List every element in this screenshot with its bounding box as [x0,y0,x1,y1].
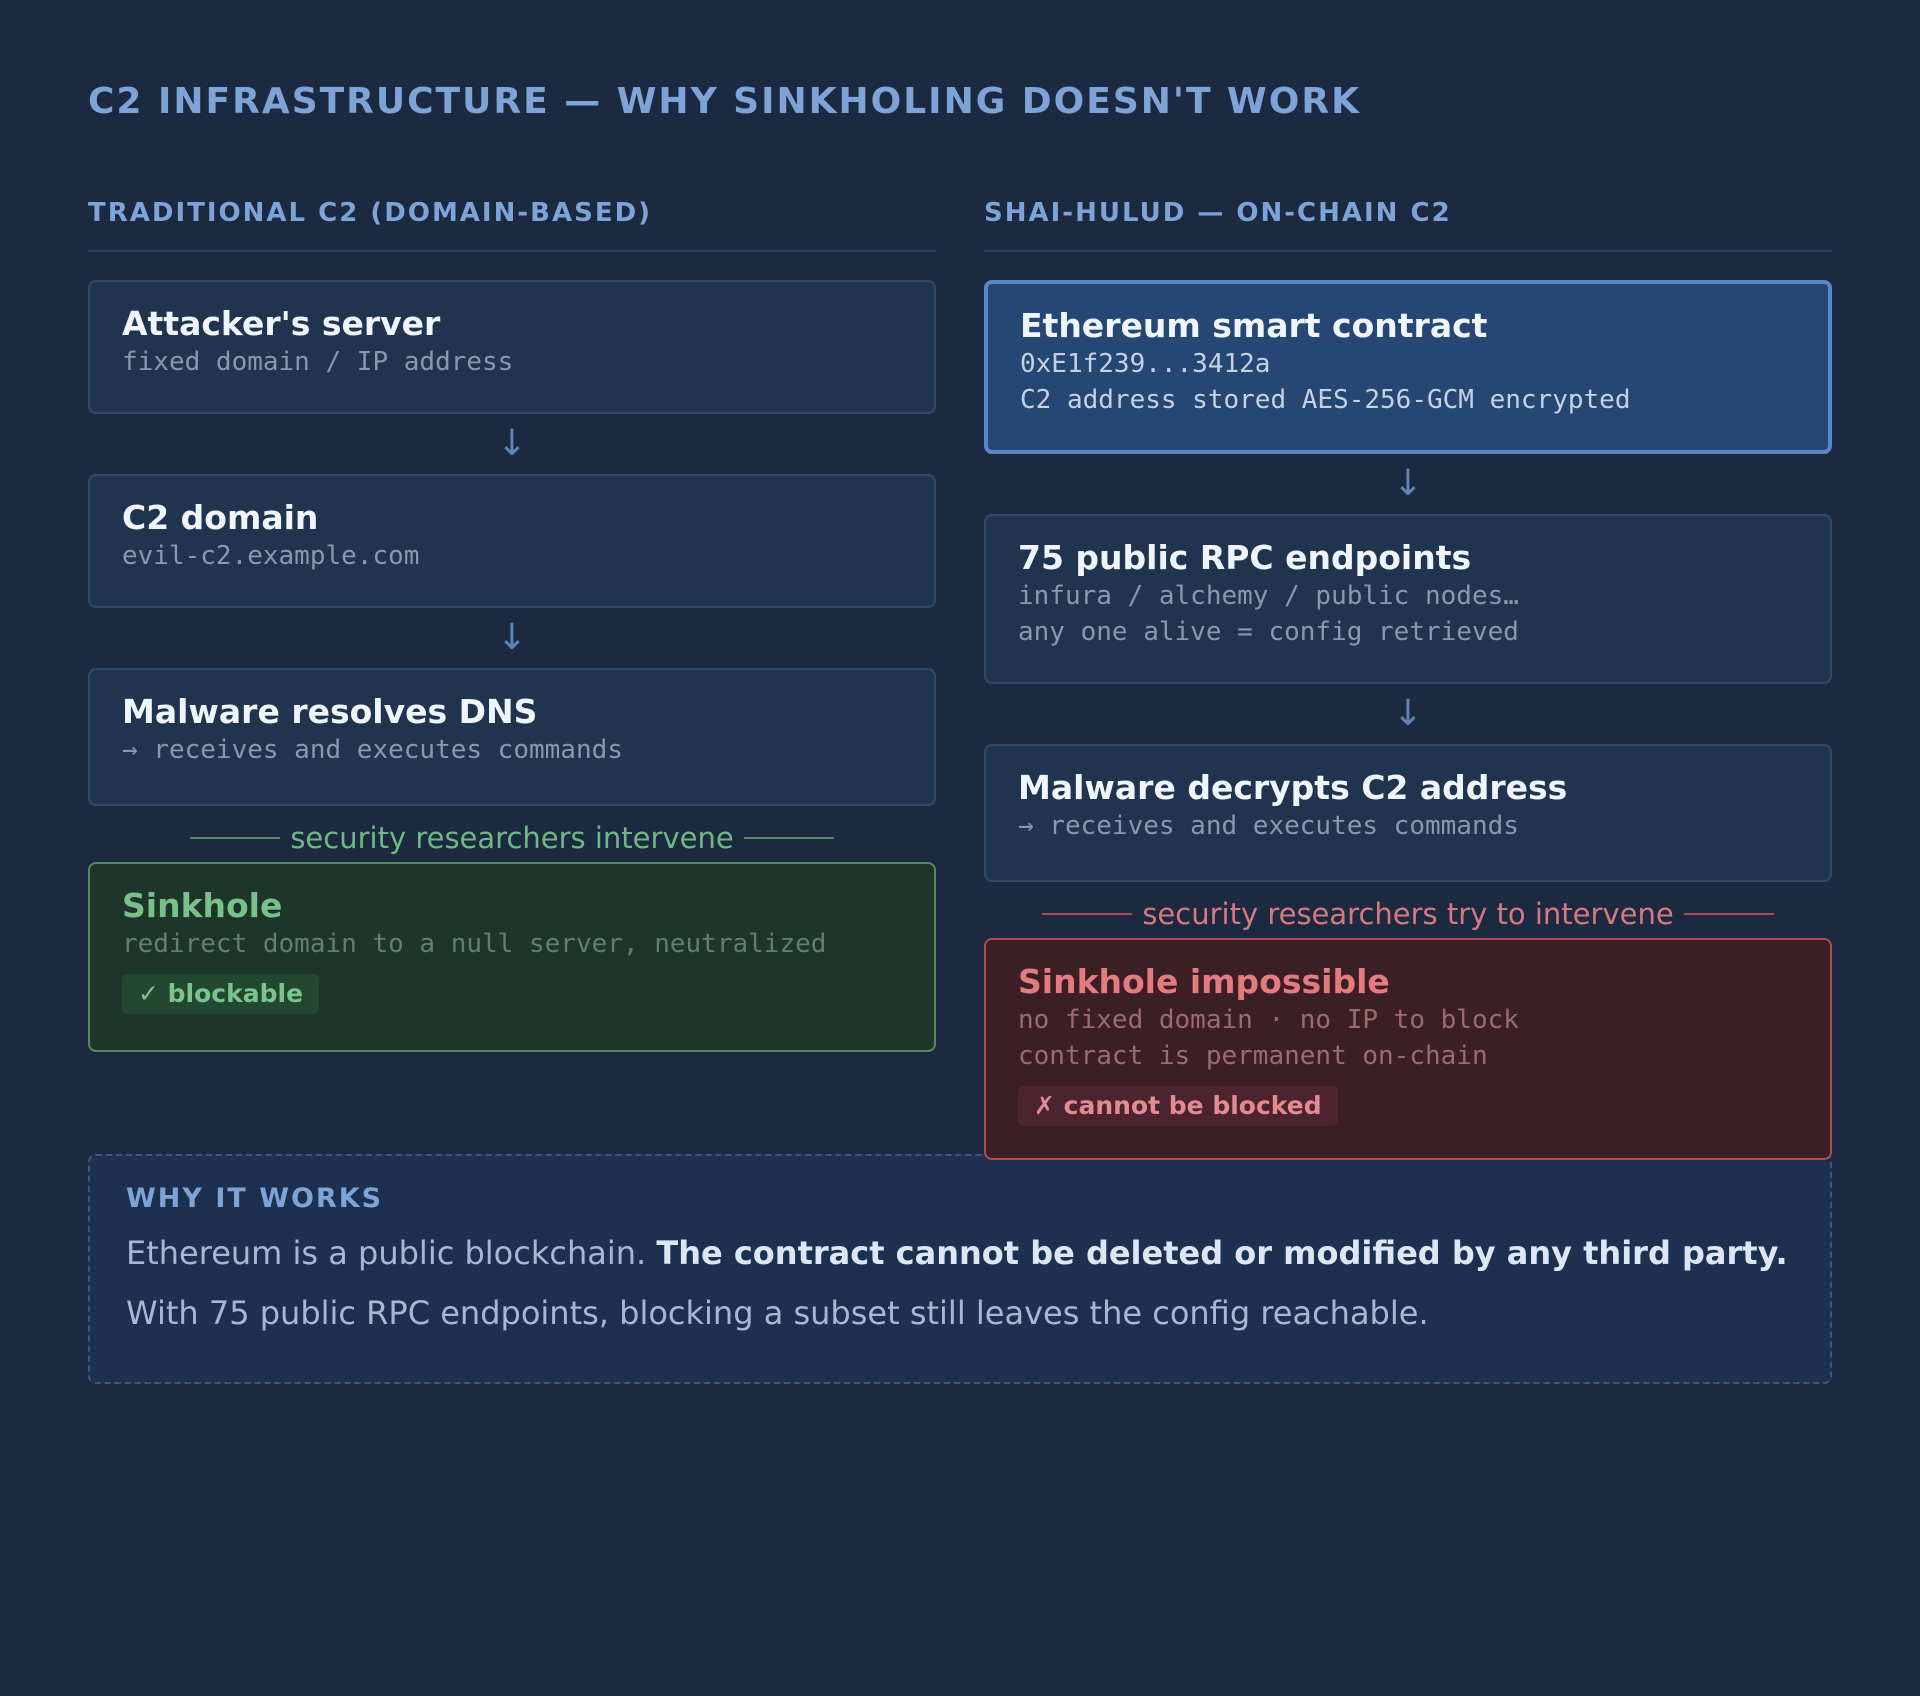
why-line-1-bold: The contract cannot be deleted or modifi… [656,1234,1788,1272]
onchain-c2-column: SHAI-HULUD — ON-CHAIN C2 Ethereum smart … [984,196,1832,1160]
divider-rule [190,837,281,839]
blockable-badge: ✓ blockable [122,974,320,1014]
divider-rule [1042,913,1133,915]
node-detail: redirect domain to a null server, neutra… [122,929,827,959]
node-detail: fixed domain / IP address [122,347,514,377]
node-detail: 0xE1f239...3412a [1020,349,1271,379]
sinkhole-node: Sinkhole redirect domain to a null serve… [88,862,936,1052]
node-title: Attacker's server [122,304,441,343]
node-title: Sinkhole [122,886,283,925]
why-line-1-plain: Ethereum is a public blockchain. [126,1234,657,1272]
diagram-page: C2 INFRASTRUCTURE — WHY SINKHOLING DOESN… [88,78,1832,1384]
node-title: Ethereum smart contract [1020,306,1488,345]
traditional-c2-column: TRADITIONAL C2 (DOMAIN-BASED) Attacker's… [88,196,936,1154]
node-title: 75 public RPC endpoints [1018,538,1472,577]
traditional-c2-header: TRADITIONAL C2 (DOMAIN-BASED) [88,196,936,252]
node-detail: → receives and executes commands [1018,811,1519,841]
divider-label: security researchers intervene [290,821,734,855]
why-line-2: With 75 public RPC endpoints, blocking a… [126,1294,1429,1332]
columns: TRADITIONAL C2 (DOMAIN-BASED) Attacker's… [88,196,1832,1160]
node-detail: evil-c2.example.com [122,541,420,571]
malware-resolves-dns-node: Malware resolves DNS → receives and exec… [88,668,936,806]
divider-rule [743,837,834,839]
down-arrow-icon: ↓ [1392,463,1424,504]
node-detail: → receives and executes commands [122,735,623,765]
node-title: Malware decrypts C2 address [1018,768,1568,807]
down-arrow-icon: ↓ [1392,693,1424,734]
page-title: C2 INFRASTRUCTURE — WHY SINKHOLING DOESN… [88,81,1361,122]
down-arrow-icon: ↓ [496,423,528,464]
researchers-try-divider: security researchers try to intervene [984,890,1832,938]
node-detail: C2 address stored AES-256-GCM encrypted [1020,385,1631,415]
rpc-endpoints-node: 75 public RPC endpoints infura / alchemy… [984,514,1832,684]
node-title: Sinkhole impossible [1018,962,1390,1001]
node-detail: any one alive = config retrieved [1018,617,1519,647]
divider-rule [1683,913,1774,915]
divider-label: security researchers try to intervene [1142,897,1674,931]
cannot-be-blocked-badge: ✗ cannot be blocked [1018,1086,1338,1126]
sinkhole-impossible-node: Sinkhole impossible no fixed domain · no… [984,938,1832,1160]
why-it-works-title: WHY IT WORKS [126,1183,384,1214]
attacker-server-node: Attacker's server fixed domain / IP addr… [88,280,936,414]
node-detail: infura / alchemy / public nodes… [1018,581,1519,611]
smart-contract-node: Ethereum smart contract 0xE1f239...3412a… [984,280,1832,454]
down-arrow-icon: ↓ [496,617,528,658]
why-it-works-box: WHY IT WORKS Ethereum is a public blockc… [88,1154,1832,1384]
node-detail: no fixed domain · no IP to block [1018,1005,1519,1035]
malware-decrypts-node: Malware decrypts C2 address → receives a… [984,744,1832,882]
why-line-1: Ethereum is a public blockchain. The con… [126,1232,1794,1274]
researchers-intervene-divider: security researchers intervene [88,814,936,862]
node-title: Malware resolves DNS [122,692,538,731]
c2-domain-node: C2 domain evil-c2.example.com [88,474,936,608]
node-title: C2 domain [122,498,319,537]
node-detail: contract is permanent on-chain [1018,1041,1488,1071]
onchain-c2-header: SHAI-HULUD — ON-CHAIN C2 [984,196,1832,252]
